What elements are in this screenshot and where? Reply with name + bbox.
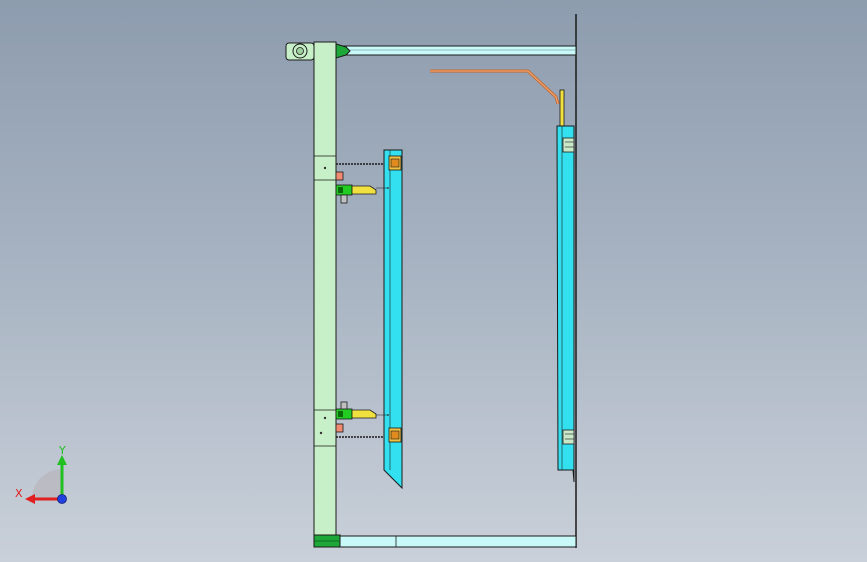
upper-clamp-assembly — [335, 163, 388, 204]
main-column — [313, 41, 341, 548]
cad-viewport[interactable]: X Y — [0, 0, 867, 562]
left-cyan-panel — [383, 149, 403, 490]
coordinate-triad: X Y — [15, 444, 67, 504]
top-beam — [339, 45, 577, 56]
lower-clamp-assembly — [335, 401, 388, 438]
axis-x-label: X — [15, 487, 23, 500]
copper-pipe — [430, 69, 565, 129]
right-cyan-panel — [556, 125, 575, 483]
bottom-beam — [339, 535, 577, 548]
axis-y-label: Y — [58, 444, 66, 457]
